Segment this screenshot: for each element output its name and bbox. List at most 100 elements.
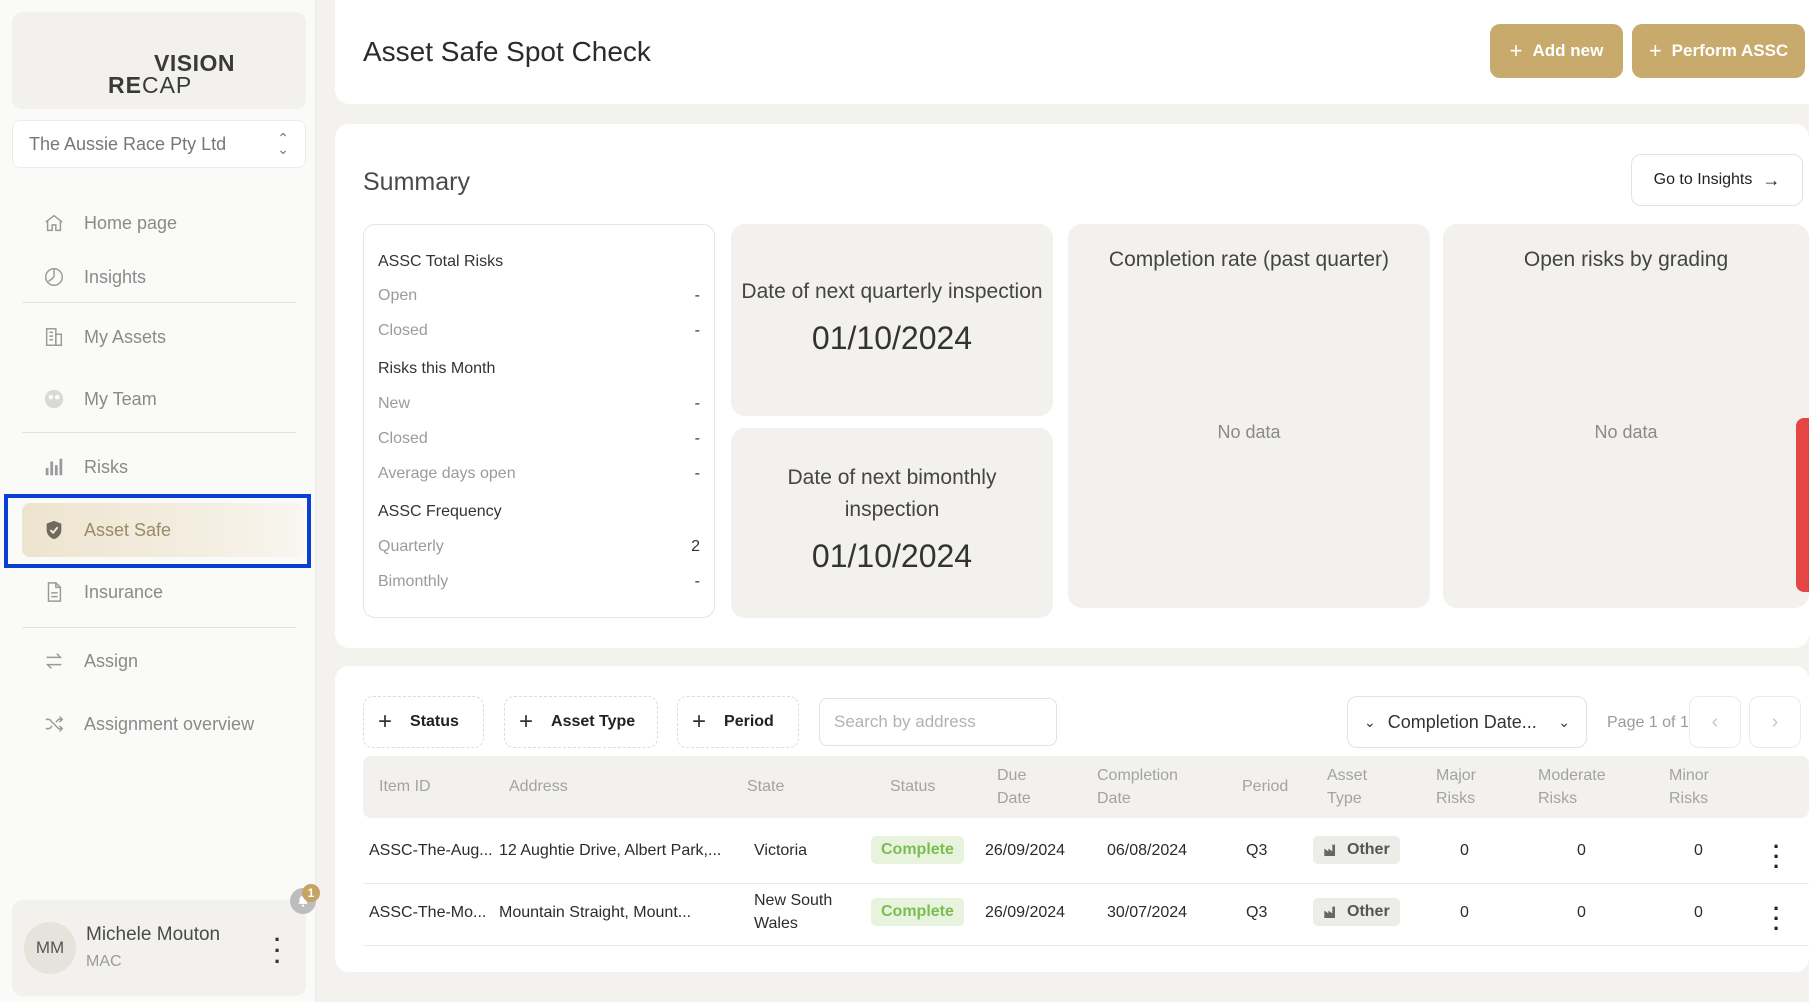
plus-icon: + — [1648, 38, 1662, 63]
chevron-up-down-icon: ⌃ ⌄ — [277, 129, 289, 157]
user-card[interactable]: MM Michele Mouton MAC · · · — [12, 900, 306, 996]
header-item-id[interactable]: Item ID — [379, 775, 431, 798]
sort-select[interactable]: ⌄ Completion Date... ⌄ — [1347, 696, 1587, 748]
notification-badge: 1 — [302, 884, 320, 902]
cell-moderate-risks: 0 — [1577, 904, 1586, 921]
swap-arrows-icon — [42, 649, 66, 673]
sidebar-item-home[interactable]: Home page — [22, 196, 306, 250]
table-header: Item ID Address State Status Due Date Com… — [363, 756, 1809, 818]
cell-item-id: ASSC-The-Aug... — [369, 842, 493, 859]
header-address[interactable]: Address — [509, 775, 568, 798]
cell-period: Q3 — [1246, 904, 1268, 921]
sidebar: VISION RECAP The Aussie Race Pty Ltd ⌃ ⌄ … — [0, 0, 320, 1002]
logo-container[interactable]: VISION RECAP — [12, 12, 306, 109]
organization-name: The Aussie Race Pty Ltd — [29, 133, 227, 154]
more-vertical-icon[interactable]: · · · — [274, 929, 281, 973]
new-risks-row: New - — [378, 395, 700, 412]
shuffle-icon — [42, 712, 66, 736]
more-vertical-icon[interactable]: · · · — [1773, 836, 1780, 878]
user-name: Michele Mouton — [86, 924, 221, 945]
home-icon — [42, 211, 66, 235]
go-to-insights-button[interactable]: Go to Insights → — [1631, 154, 1803, 206]
table-row[interactable]: ASSC-The-Aug... 12 Aughtie Drive, Albert… — [363, 822, 1809, 884]
risks-this-month-heading: Risks this Month — [378, 360, 496, 377]
chevron-down-icon: ⌄ — [1558, 713, 1570, 730]
header-status[interactable]: Status — [890, 775, 935, 798]
plus-icon: + — [519, 708, 534, 735]
open-risks-grading-card: Open risks by grading No data — [1443, 224, 1809, 608]
cell-period: Q3 — [1246, 842, 1268, 859]
period-filter-button[interactable]: + Period — [677, 696, 799, 748]
header-due-date[interactable]: Due Date — [997, 764, 1031, 810]
assc-table-panel: +Status +Asset Type +Period ⌄ Completion… — [335, 666, 1809, 972]
cell-minor-risks: 0 — [1694, 842, 1703, 859]
summary-panel: Summary Go to Insights → ASSC Total Risk… — [335, 124, 1809, 648]
cell-moderate-risks: 0 — [1577, 842, 1586, 859]
total-risks-heading: ASSC Total Risks — [378, 253, 504, 270]
clock-chart-icon — [42, 265, 66, 289]
team-icon — [42, 387, 66, 411]
perform-assc-button[interactable]: + Perform ASSC — [1632, 24, 1805, 78]
status-filter-button[interactable]: + Status — [363, 696, 484, 748]
sidebar-item-risks[interactable]: Risks — [22, 440, 306, 494]
cell-minor-risks: 0 — [1694, 904, 1703, 921]
nav-divider — [22, 432, 296, 433]
plus-icon: + — [692, 708, 707, 735]
closed-risks-row: Closed - — [378, 322, 700, 339]
asset-type-badge: Other — [1313, 898, 1400, 926]
average-days-row: Average days open - — [378, 465, 700, 482]
cell-major-risks: 0 — [1460, 904, 1469, 921]
selection-highlight — [4, 494, 311, 568]
completion-rate-card: Completion rate (past quarter) No data — [1068, 224, 1430, 608]
status-badge: Complete — [871, 836, 964, 864]
prev-page-button[interactable]: ‹ — [1689, 696, 1741, 748]
more-vertical-icon[interactable]: · · · — [1773, 898, 1780, 940]
chevron-right-icon: › — [1771, 710, 1779, 733]
feedback-tab[interactable] — [1796, 418, 1809, 592]
cell-state: Victoria — [754, 842, 808, 859]
user-role: MAC — [86, 953, 122, 970]
risks-summary-card: ASSC Total Risks Open - Closed - Risks thi… — [363, 224, 715, 618]
chevron-down-icon: ⌄ — [1364, 713, 1376, 730]
cell-completion-date: 06/08/2024 — [1107, 842, 1188, 859]
next-page-button[interactable]: › — [1749, 696, 1801, 748]
organization-select[interactable]: The Aussie Race Pty Ltd ⌃ ⌄ — [12, 120, 306, 168]
status-badge: Complete — [871, 898, 964, 926]
cell-completion-date: 30/07/2024 — [1107, 904, 1188, 921]
plus-icon: + — [1509, 38, 1523, 63]
cell-due-date: 26/09/2024 — [985, 842, 1066, 859]
month-closed-row: Closed - — [378, 430, 700, 447]
cell-state: New South Wales — [754, 892, 833, 932]
chevron-left-icon: ‹ — [1711, 710, 1719, 733]
bimonthly-row: Bimonthly - — [378, 573, 700, 590]
page-header: Asset Safe Spot Check + Add new + Perform … — [335, 0, 1809, 104]
sidebar-item-assign[interactable]: Assign — [22, 634, 306, 688]
cell-item-id: ASSC-The-Mo... — [369, 904, 487, 921]
arrow-right-icon: → — [1762, 169, 1781, 190]
sidebar-item-my-team[interactable]: My Team — [22, 372, 306, 426]
header-asset-type[interactable]: Asset Type — [1327, 764, 1367, 810]
page-indicator: Page 1 of 1 — [1607, 714, 1689, 731]
add-new-button[interactable]: + Add new — [1490, 24, 1623, 78]
plus-icon: + — [378, 708, 393, 735]
avatar: MM — [24, 922, 76, 974]
page-title: Asset Safe Spot Check — [363, 36, 651, 67]
sidebar-item-insights[interactable]: Insights — [22, 250, 306, 304]
header-period[interactable]: Period — [1242, 775, 1288, 798]
search-address-input[interactable] — [819, 698, 1057, 746]
header-completion-date[interactable]: Completion Date — [1097, 764, 1178, 810]
header-minor-risks[interactable]: Minor Risks — [1669, 764, 1709, 810]
header-state[interactable]: State — [747, 775, 784, 798]
summary-title: Summary — [363, 168, 470, 196]
asset-type-filter-button[interactable]: + Asset Type — [504, 696, 658, 748]
table-row[interactable]: ASSC-The-Mo... Mountain Straight, Mount.… — [363, 884, 1809, 946]
sidebar-item-insurance[interactable]: Insurance — [22, 565, 306, 619]
header-moderate-risks[interactable]: Moderate Risks — [1538, 764, 1606, 810]
sidebar-item-my-assets[interactable]: My Assets — [22, 310, 306, 364]
building-icon — [42, 325, 66, 349]
header-major-risks[interactable]: Major Risks — [1436, 764, 1476, 810]
sidebar-item-assignment-overview[interactable]: Assignment overview — [22, 697, 306, 751]
cell-address: Mountain Straight, Mount... — [499, 904, 692, 921]
nav-divider — [22, 302, 296, 303]
asset-type-badge: Other — [1313, 836, 1400, 864]
